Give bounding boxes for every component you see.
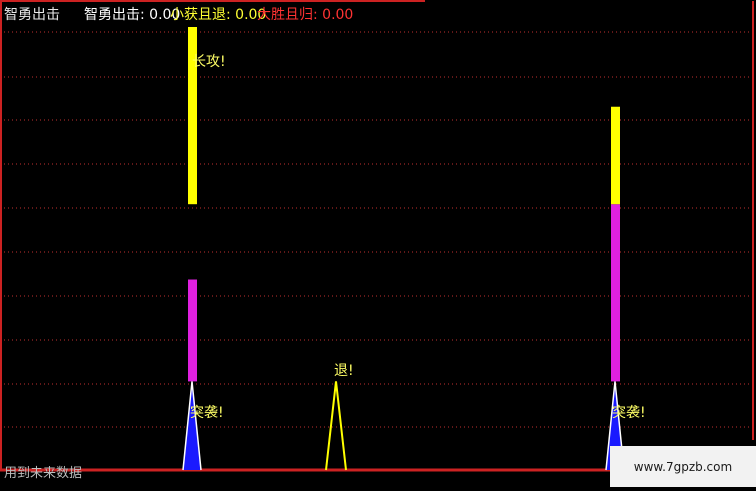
legend-item-zhiyong: 智勇出击: 0.00 [84, 7, 181, 23]
legend-item-dasheng: 大胜且归: 0.00 [257, 7, 354, 23]
bar-1-magenta-magenta-segment [188, 279, 197, 382]
label-1: 长攻! [192, 54, 226, 70]
watermark: www.7gpzb.com [610, 446, 756, 487]
legend-name: 大胜且归 [257, 7, 313, 23]
label-3: 退! [334, 363, 354, 379]
label-4: 突袭! [612, 405, 646, 421]
spike-1-fill [183, 381, 201, 470]
chart-area: 长攻! 突袭! 退! 突袭! [0, 0, 756, 487]
bar-2-yellow-segment [611, 106, 620, 205]
chart-title: 智勇出击 [4, 7, 60, 23]
legend-name: 智勇出击 [84, 7, 140, 23]
label-2: 突袭! [190, 405, 224, 421]
footer-note: 用到未来数据 [4, 466, 83, 481]
legend-value: 0.00 [322, 7, 354, 23]
legend-name: 小获且退 [170, 7, 226, 23]
spike-2 [325, 381, 347, 471]
legend-item-xiaohuo: 小获且退: 0.00 [170, 7, 267, 23]
chart-svg: 长攻! 突袭! 退! 突袭! [0, 0, 754, 472]
bar-2-magenta-segment [611, 204, 620, 382]
